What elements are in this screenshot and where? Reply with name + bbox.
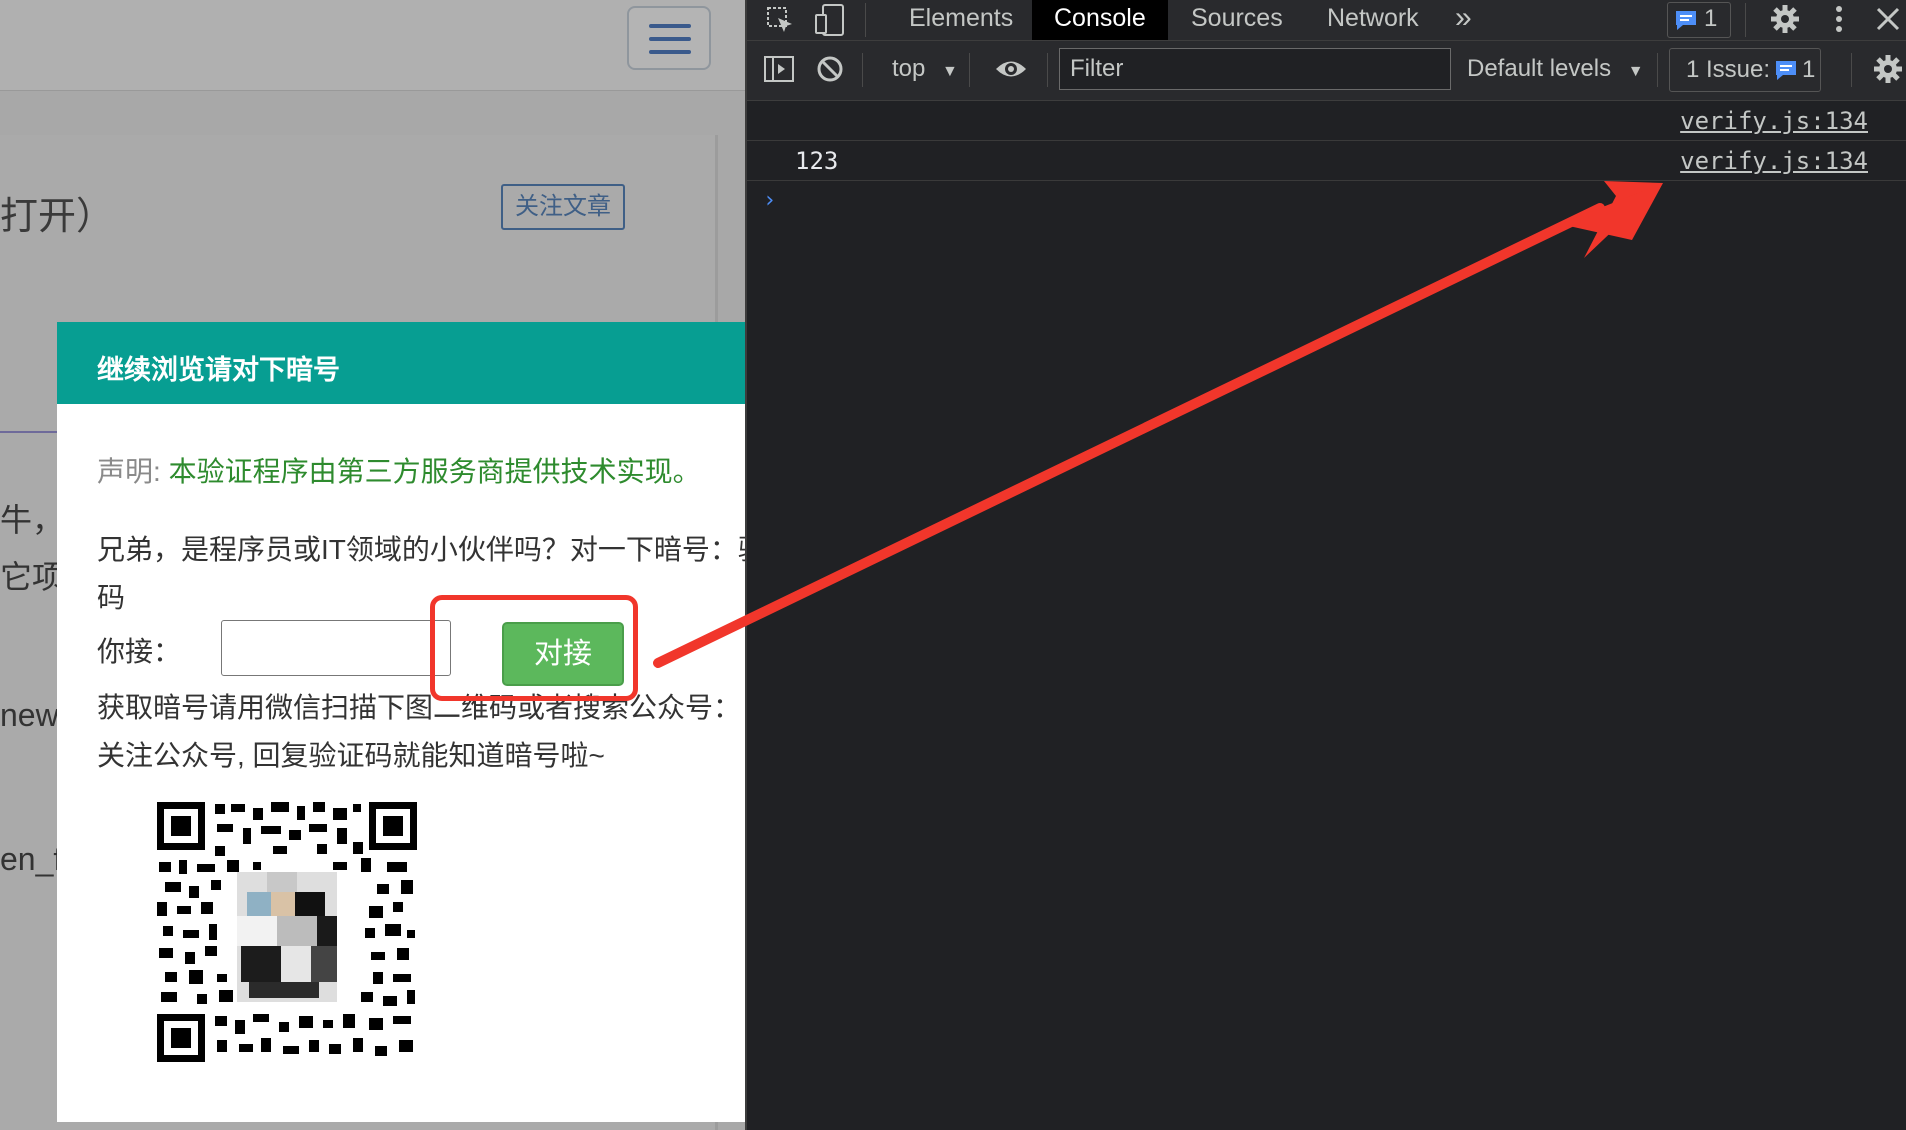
- console-message-row: verify.js:134: [747, 101, 1906, 141]
- console-source-link[interactable]: verify.js:134: [1680, 147, 1868, 175]
- devtools-panel: Elements Console Sources Network » 1 top…: [745, 0, 1906, 1130]
- inspect-element-icon[interactable]: [765, 5, 795, 35]
- separator: [1657, 53, 1658, 87]
- sidebar-toggle-icon[interactable]: [763, 55, 795, 83]
- menu-toggle-button[interactable]: [627, 6, 711, 70]
- question-text-cont: 码: [97, 582, 126, 613]
- issues-count: 1: [1802, 56, 1816, 83]
- article-title: 打开）: [0, 196, 115, 238]
- code-input[interactable]: [221, 620, 451, 676]
- issues-button[interactable]: 1 Issue: 1: [1669, 48, 1821, 92]
- separator: [1047, 53, 1048, 87]
- settings-gear-icon[interactable]: [1770, 4, 1800, 34]
- separator: [1851, 53, 1852, 87]
- filter-input[interactable]: Filter: [1059, 48, 1451, 90]
- log-levels-label: Default levels: [1467, 55, 1612, 82]
- modal-title: 继续浏览请对下暗号: [97, 355, 340, 385]
- issues-badge-count: 1: [1704, 5, 1718, 32]
- article-text-fragment: new: [0, 697, 59, 733]
- disclaimer-label: 声明:: [97, 456, 161, 487]
- console-settings-icon[interactable]: [1873, 54, 1903, 84]
- site-header: [0, 0, 745, 91]
- tab-console[interactable]: Console: [1032, 0, 1168, 40]
- console-source-link[interactable]: verify.js:134: [1680, 107, 1868, 135]
- issues-label: 1 Issue:: [1686, 56, 1771, 83]
- follow-article-button[interactable]: 关注文章: [501, 184, 625, 230]
- devtools-tabbar: Elements Console Sources Network » 1: [747, 0, 1906, 41]
- verify-modal: 继续浏览请对下暗号 声明: 本验证程序由第三方服务商提供技术实现。 兄弟，是程序…: [57, 322, 745, 1122]
- live-expression-eye-icon[interactable]: [994, 58, 1028, 80]
- tab-elements[interactable]: Elements: [909, 0, 1013, 40]
- context-selector[interactable]: top ▼: [892, 55, 958, 83]
- dropdown-arrow-icon: ▼: [1627, 63, 1644, 80]
- separator: [865, 3, 866, 37]
- divider: [0, 431, 60, 433]
- context-selector-label: top: [892, 55, 926, 82]
- more-tabs-button[interactable]: »: [1455, 0, 1472, 40]
- hamburger-bar: [649, 24, 691, 28]
- article-text-fragment: 它项: [0, 559, 65, 595]
- modal-header: 继续浏览请对下暗号: [57, 322, 745, 404]
- dropdown-arrow-icon: ▼: [942, 63, 958, 80]
- answer-label: 你接：: [97, 636, 182, 667]
- message-icon: [1776, 61, 1796, 80]
- hamburger-bar: [649, 50, 691, 54]
- clear-console-icon[interactable]: [815, 54, 845, 84]
- close-icon[interactable]: [1875, 6, 1901, 32]
- question-text: 兄弟，是程序员或IT领域的小伙伴吗？对一下暗号：验: [97, 534, 745, 565]
- device-toolbar-icon[interactable]: [814, 3, 846, 37]
- hamburger-bar: [649, 37, 691, 41]
- separator: [862, 53, 863, 87]
- tab-network[interactable]: Network: [1327, 0, 1419, 40]
- console-message-value: 123: [795, 147, 839, 175]
- console-toolbar: top ▼ Filter Default levels ▼ 1 Issue: 1: [747, 41, 1906, 101]
- webpage: 打开） 关注文章 牛，徝 它项 new en_f 继续浏览请对下暗号 声明: 本…: [0, 0, 745, 1130]
- separator: [969, 53, 970, 87]
- disclaimer-text: 本验证程序由第三方服务商提供技术实现。: [168, 456, 701, 487]
- separator: [1745, 3, 1746, 37]
- qr-code-image: [157, 802, 417, 1062]
- help-text: 获取暗号请用微信扫描下图二维码或者搜索公众号：: [97, 692, 742, 723]
- message-icon: [1676, 11, 1696, 30]
- more-options-icon[interactable]: [1834, 4, 1844, 34]
- log-levels-dropdown[interactable]: Default levels ▼: [1467, 55, 1644, 83]
- connect-button[interactable]: 对接: [502, 622, 624, 686]
- disclaimer: 声明: 本验证程序由第三方服务商提供技术实现。: [97, 450, 701, 490]
- console-message-row: 123 verify.js:134: [747, 141, 1906, 181]
- issues-badge[interactable]: 1: [1667, 2, 1731, 38]
- console-prompt[interactable]: ›: [763, 188, 776, 213]
- help-text-cont: 关注公众号, 回复验证码就能知道暗号啦~: [97, 740, 605, 771]
- article-text-fragment: en_f: [0, 841, 63, 877]
- tab-sources[interactable]: Sources: [1191, 0, 1283, 40]
